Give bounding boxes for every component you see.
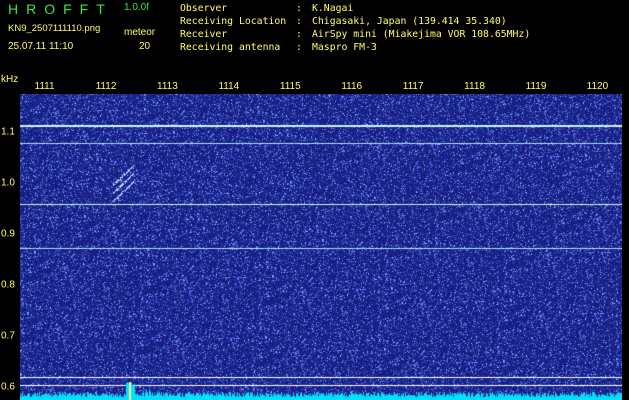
x-tick-label: 1119 bbox=[525, 81, 547, 92]
y-tick-label: 1.0 bbox=[1, 177, 15, 189]
info-label: Receiver bbox=[180, 29, 228, 40]
info-row-antenna: Receiving antenna: Maspro FM-3 bbox=[180, 42, 377, 53]
y-tick-label: 1.1 bbox=[1, 126, 15, 138]
x-tick-label: 1118 bbox=[464, 81, 485, 92]
x-tick-label: 1115 bbox=[279, 81, 301, 92]
info-value: AirSpy mini (Miakejima VOR 108.65MHz) bbox=[312, 29, 531, 40]
x-tick-label: 1117 bbox=[402, 81, 424, 92]
y-tick-label: 0.8 bbox=[1, 279, 15, 291]
info-row-observer: Observer: K.Nagai bbox=[180, 3, 354, 14]
mode-label: meteor bbox=[124, 27, 156, 38]
x-tick-label: 1116 bbox=[341, 81, 363, 92]
x-tick-label: 1113 bbox=[157, 81, 178, 92]
x-tick-label: 1112 bbox=[95, 81, 117, 92]
app-title: HROFFT bbox=[8, 1, 113, 17]
y-axis-unit: kHz bbox=[1, 74, 19, 85]
capture-datetime: 25.07.11 11:10 bbox=[8, 41, 74, 52]
x-tick-label: 1120 bbox=[586, 81, 609, 92]
info-label: Receiving antenna bbox=[180, 42, 281, 53]
image-filename: KN9_2507111110.png bbox=[8, 23, 101, 34]
info-label: Observer bbox=[180, 3, 228, 14]
app-version: 1.0.0f bbox=[124, 2, 150, 13]
station-info: Observer: K.Nagai Receiving Location: Chig… bbox=[180, 2, 530, 54]
header-panel: HROFFT 1.0.0f KN9_2507111110.png meteor … bbox=[0, 0, 629, 74]
info-label: Receiving Location bbox=[180, 16, 287, 27]
y-tick-label: 0.9 bbox=[1, 228, 15, 240]
info-value: Chigasaki, Japan (139.414 35.340) bbox=[312, 16, 507, 27]
info-row-location: Receiving Location: Chigasaki, Japan (139… bbox=[180, 16, 507, 27]
info-row-receiver: Receiver: AirSpy mini (Miakejima VOR 108.… bbox=[180, 29, 531, 40]
spectrogram-canvas[interactable] bbox=[20, 94, 622, 400]
y-tick-label: 0.7 bbox=[1, 330, 15, 342]
y-tick-label: 0.6 bbox=[1, 381, 15, 393]
mode-value: 20 bbox=[139, 41, 151, 52]
x-tick-label: 1111 bbox=[34, 81, 55, 92]
info-value: K.Nagai bbox=[312, 3, 354, 14]
info-value: Maspro FM-3 bbox=[312, 42, 377, 53]
x-tick-label: 1114 bbox=[218, 81, 240, 92]
